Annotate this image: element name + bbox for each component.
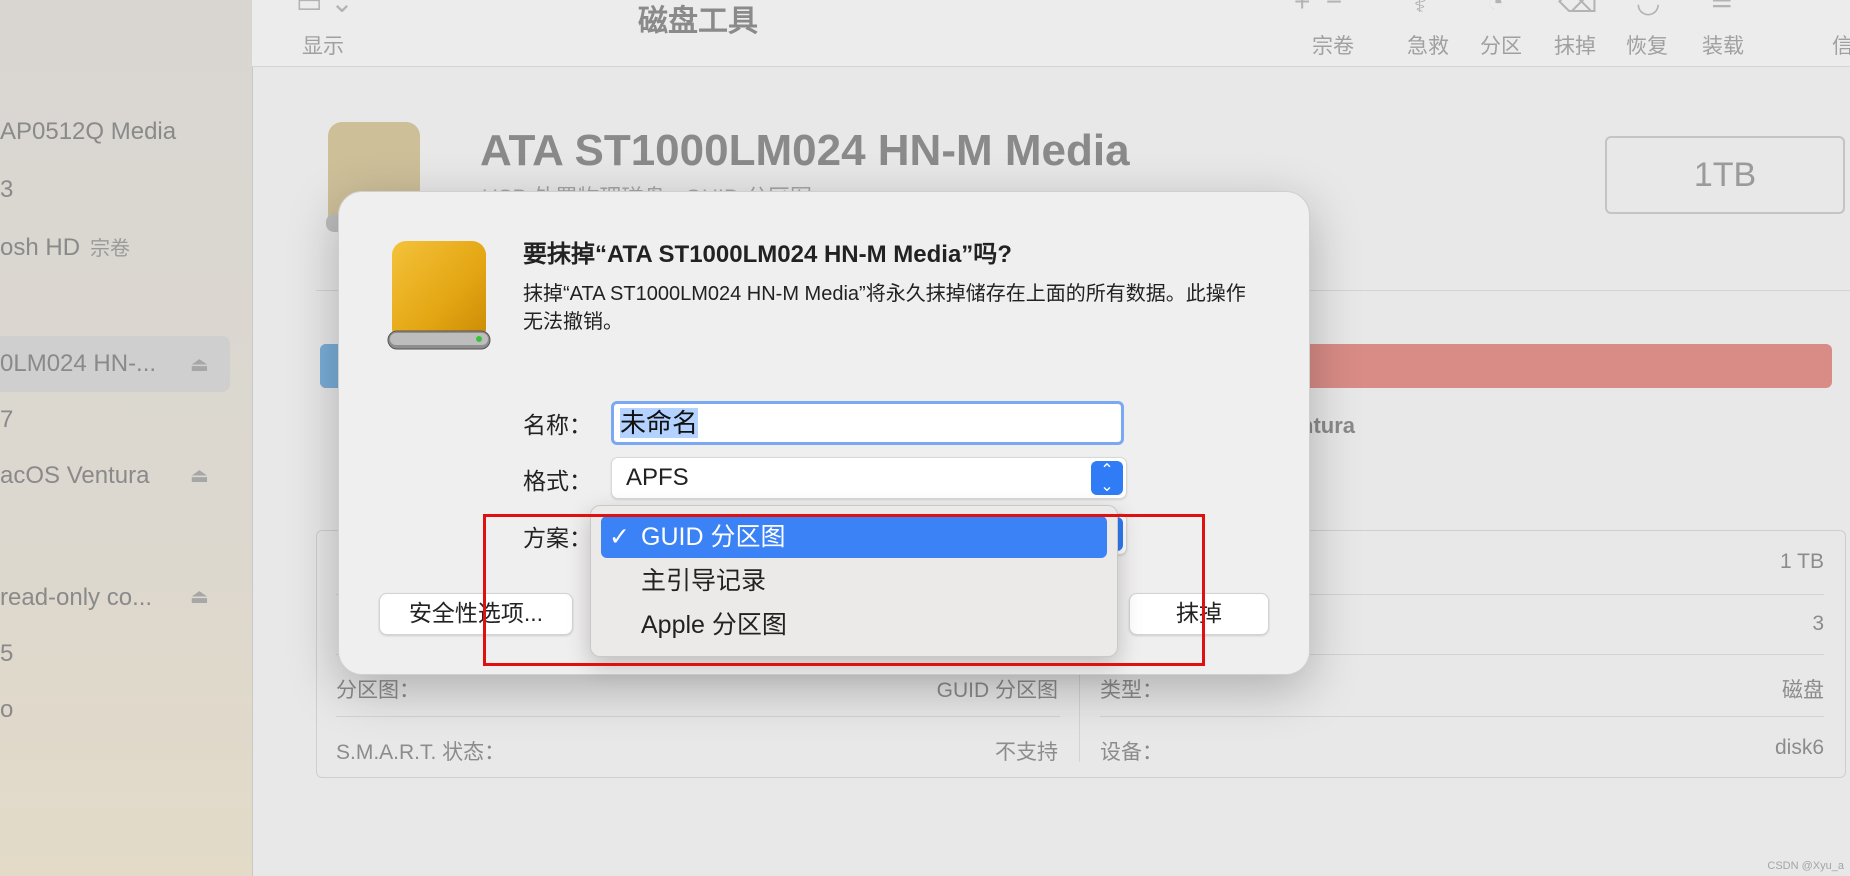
toolbar-first-aid[interactable]: 急救 (1407, 30, 1449, 60)
sidebar-toggle-icon[interactable]: ▭ ⌄ (296, 0, 354, 19)
toolbar-volume[interactable]: 宗卷 (1312, 30, 1354, 60)
sidebar-item-internal-disk[interactable]: AP0512Q Media (0, 118, 176, 146)
eject-icon[interactable]: ⏏ (190, 463, 209, 488)
capacity-value: 1 TB (1780, 550, 1824, 573)
format-label: 格式： (523, 468, 592, 494)
toolbar-info[interactable]: 信 (1832, 30, 1850, 60)
name-input[interactable]: 未命名 (611, 401, 1124, 445)
child-count-value: 3 (1812, 612, 1824, 635)
eject-icon[interactable]: ⏏ (190, 584, 209, 609)
mount-icon[interactable]: ≙ (1710, 0, 1733, 19)
stethoscope-icon[interactable]: ⚕ (1412, 0, 1427, 19)
toolbar: ▭ ⌄ 显示 磁盘工具 + − 宗卷 ⚕ 急救 ◔ 分区 ⌫ 抹掉 ◡ 恢复 ≙… (252, 0, 1850, 67)
format-value: APFS (626, 464, 689, 491)
watermark: CSDN @Xyu_a (1767, 860, 1844, 872)
smart-status-value: 不支持 (995, 741, 1058, 764)
name-input-value: 未命名 (620, 408, 699, 438)
sidebar: AP0512Q Media 3 osh HD 宗卷 0LM024 HN-... ⏏… (0, 0, 253, 876)
toolbar-restore[interactable]: 恢复 (1626, 30, 1668, 60)
erase-icon[interactable]: ⌫ (1558, 0, 1598, 19)
sidebar-item-other[interactable]: o (0, 696, 13, 724)
sidebar-item-external-disk[interactable]: 0LM024 HN-... (0, 350, 156, 378)
row-divider (1100, 716, 1824, 717)
format-select[interactable]: APFS ⌃ ⌄ (611, 457, 1127, 499)
partition-map-label: 分区图： (336, 679, 420, 702)
toolbar-mount[interactable]: 装载 (1702, 30, 1744, 60)
sidebar-item-ventura[interactable]: acOS Ventura (0, 462, 149, 490)
view-label[interactable]: 显示 (302, 30, 344, 60)
disk-size: 1TB (1605, 136, 1845, 214)
name-label: 名称： (523, 412, 592, 438)
row-divider (336, 716, 1060, 717)
restore-icon[interactable]: ◡ (1636, 0, 1660, 19)
disk-title: ATA ST1000LM024 HN-M Media (480, 126, 1130, 175)
device-label: 设备： (1100, 741, 1163, 764)
device-value: disk6 (1774, 736, 1824, 759)
partition-map-value: GUID 分区图 (936, 679, 1058, 702)
type-value: 磁盘 (1782, 679, 1824, 702)
eject-icon[interactable]: ⏏ (190, 352, 209, 377)
type-label: 类型： (1100, 679, 1163, 702)
annotation-highlight-box (483, 514, 1205, 666)
sidebar-item-container[interactable]: 3 (0, 176, 13, 204)
smart-status-label: S.M.A.R.T. 状态： (336, 741, 506, 764)
external-disk-icon (387, 241, 491, 350)
sidebar-item-readonly[interactable]: read-only co... (0, 584, 152, 612)
sidebar-item-container-3[interactable]: 5 (0, 640, 13, 668)
pie-icon[interactable]: ◔ (1487, 0, 1504, 18)
chevron-updown-icon: ⌃⌄ (1091, 461, 1123, 495)
volume-group-tag: 宗卷 (90, 238, 131, 260)
sidebar-item-label: osh HD (0, 234, 81, 261)
dialog-message: 抹掉“ATA ST1000LM024 HN-M Media”将永久抹掉储存在上面… (523, 283, 1246, 333)
toolbar-partition[interactable]: 分区 (1480, 30, 1522, 60)
toolbar-erase[interactable]: 抹掉 (1554, 30, 1596, 60)
dialog-title: 要抹掉“ATA ST1000LM024 HN-M Media”吗? (523, 241, 1012, 268)
sidebar-item-macintosh-hd[interactable]: osh HD 宗卷 (0, 232, 130, 262)
app-title: 磁盘工具 (638, 5, 758, 38)
sidebar-item-container-2[interactable]: 7 (0, 406, 13, 434)
plus-minus-icon[interactable]: + − (1294, 0, 1342, 18)
